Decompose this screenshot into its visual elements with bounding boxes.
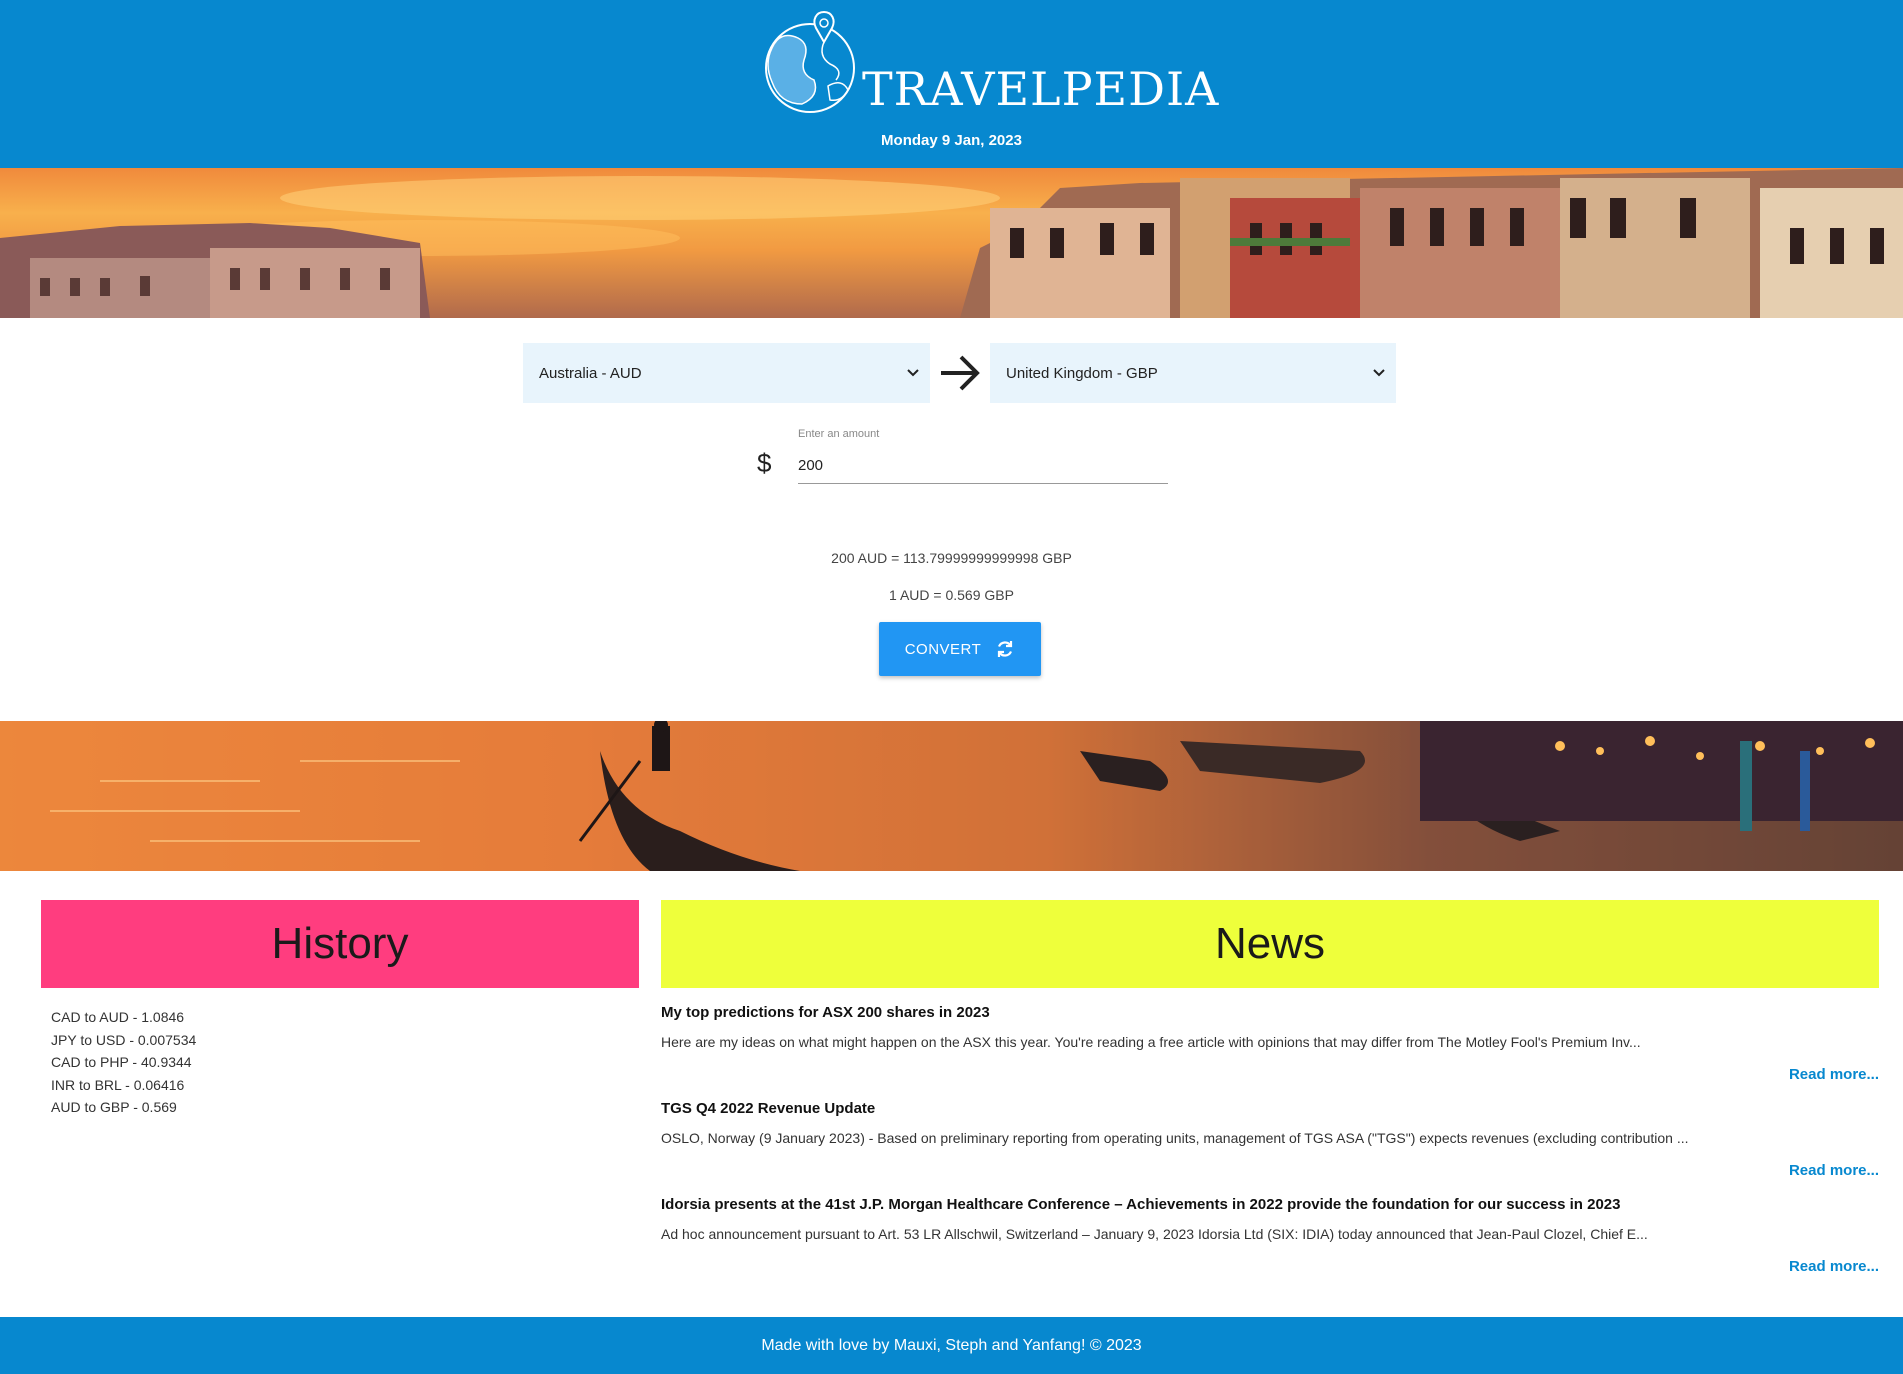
arrow-right-icon (941, 355, 980, 391)
venice-buildings-image (0, 168, 1903, 318)
history-item[interactable]: CAD to AUD - 1.0846 (51, 1006, 196, 1029)
news-item: TGS Q4 2022 Revenue Update OSLO, Norway … (661, 1100, 1879, 1190)
refresh-icon (998, 641, 1013, 657)
chevron-down-icon (1373, 369, 1385, 377)
history-list: CAD to AUD - 1.0846 JPY to USD - 0.00753… (51, 1006, 196, 1119)
hero-banner-bottom (0, 721, 1903, 871)
conversion-result: 200 AUD = 113.79999999999998 GBP (831, 550, 1072, 566)
read-more-link[interactable]: Read more... (1789, 1258, 1879, 1275)
to-currency-value: United Kingdom - GBP (1006, 364, 1158, 382)
news-item-description: Here are my ideas on what might happen o… (661, 1034, 1641, 1050)
dollar-icon: $ (757, 448, 772, 478)
site-header: TRAVELPEDIA Monday 9 Jan, 2023 (0, 0, 1903, 168)
news-item-title: Idorsia presents at the 41st J.P. Morgan… (661, 1196, 1621, 1213)
amount-input[interactable] (798, 448, 1168, 484)
history-section-header: History (41, 900, 639, 988)
news-item: My top predictions for ASX 200 shares in… (661, 1004, 1879, 1094)
from-currency-select[interactable]: Australia - AUD (523, 343, 930, 403)
hero-banner-top (0, 168, 1903, 318)
convert-button[interactable]: CONVERT (879, 622, 1041, 676)
history-item[interactable]: CAD to PHP - 40.9344 (51, 1051, 196, 1074)
venice-gondola-image (0, 721, 1903, 871)
read-more-link[interactable]: Read more... (1789, 1162, 1879, 1179)
history-item[interactable]: JPY to USD - 0.007534 (51, 1029, 196, 1052)
to-currency-select[interactable]: United Kingdom - GBP (990, 343, 1396, 403)
news-item-title: TGS Q4 2022 Revenue Update (661, 1100, 876, 1117)
globe-logo-icon (765, 10, 855, 113)
news-item-description: OSLO, Norway (9 January 2023) - Based on… (661, 1130, 1689, 1146)
news-item-title: My top predictions for ASX 200 shares in… (661, 1004, 990, 1021)
news-title: News (1214, 919, 1326, 968)
exchange-rate: 1 AUD = 0.569 GBP (889, 587, 1014, 603)
history-title: History (271, 919, 409, 968)
read-more-link[interactable]: Read more... (1789, 1066, 1879, 1083)
chevron-down-icon (907, 369, 919, 377)
current-date: Monday 9 Jan, 2023 (881, 132, 1022, 149)
news-section-header: News (661, 900, 1879, 988)
footer-credits: Made with love by Mauxi, Steph and Yanfa… (761, 1336, 1142, 1354)
brand-name: TRAVELPEDIA (862, 62, 1220, 116)
convert-button-label: CONVERT (904, 640, 982, 658)
from-currency-value: Australia - AUD (539, 364, 642, 382)
news-item-description: Ad hoc announcement pursuant to Art. 53 … (661, 1226, 1648, 1242)
history-item[interactable]: AUD to GBP - 0.569 (51, 1096, 196, 1119)
history-item[interactable]: INR to BRL - 0.06416 (51, 1074, 196, 1097)
news-item: Idorsia presents at the 41st J.P. Morgan… (661, 1196, 1879, 1286)
amount-label: Enter an amount (798, 428, 880, 440)
brand-logo[interactable]: TRAVELPEDIA (758, 8, 1218, 114)
site-footer: Made with love by Mauxi, Steph and Yanfa… (0, 1317, 1903, 1374)
